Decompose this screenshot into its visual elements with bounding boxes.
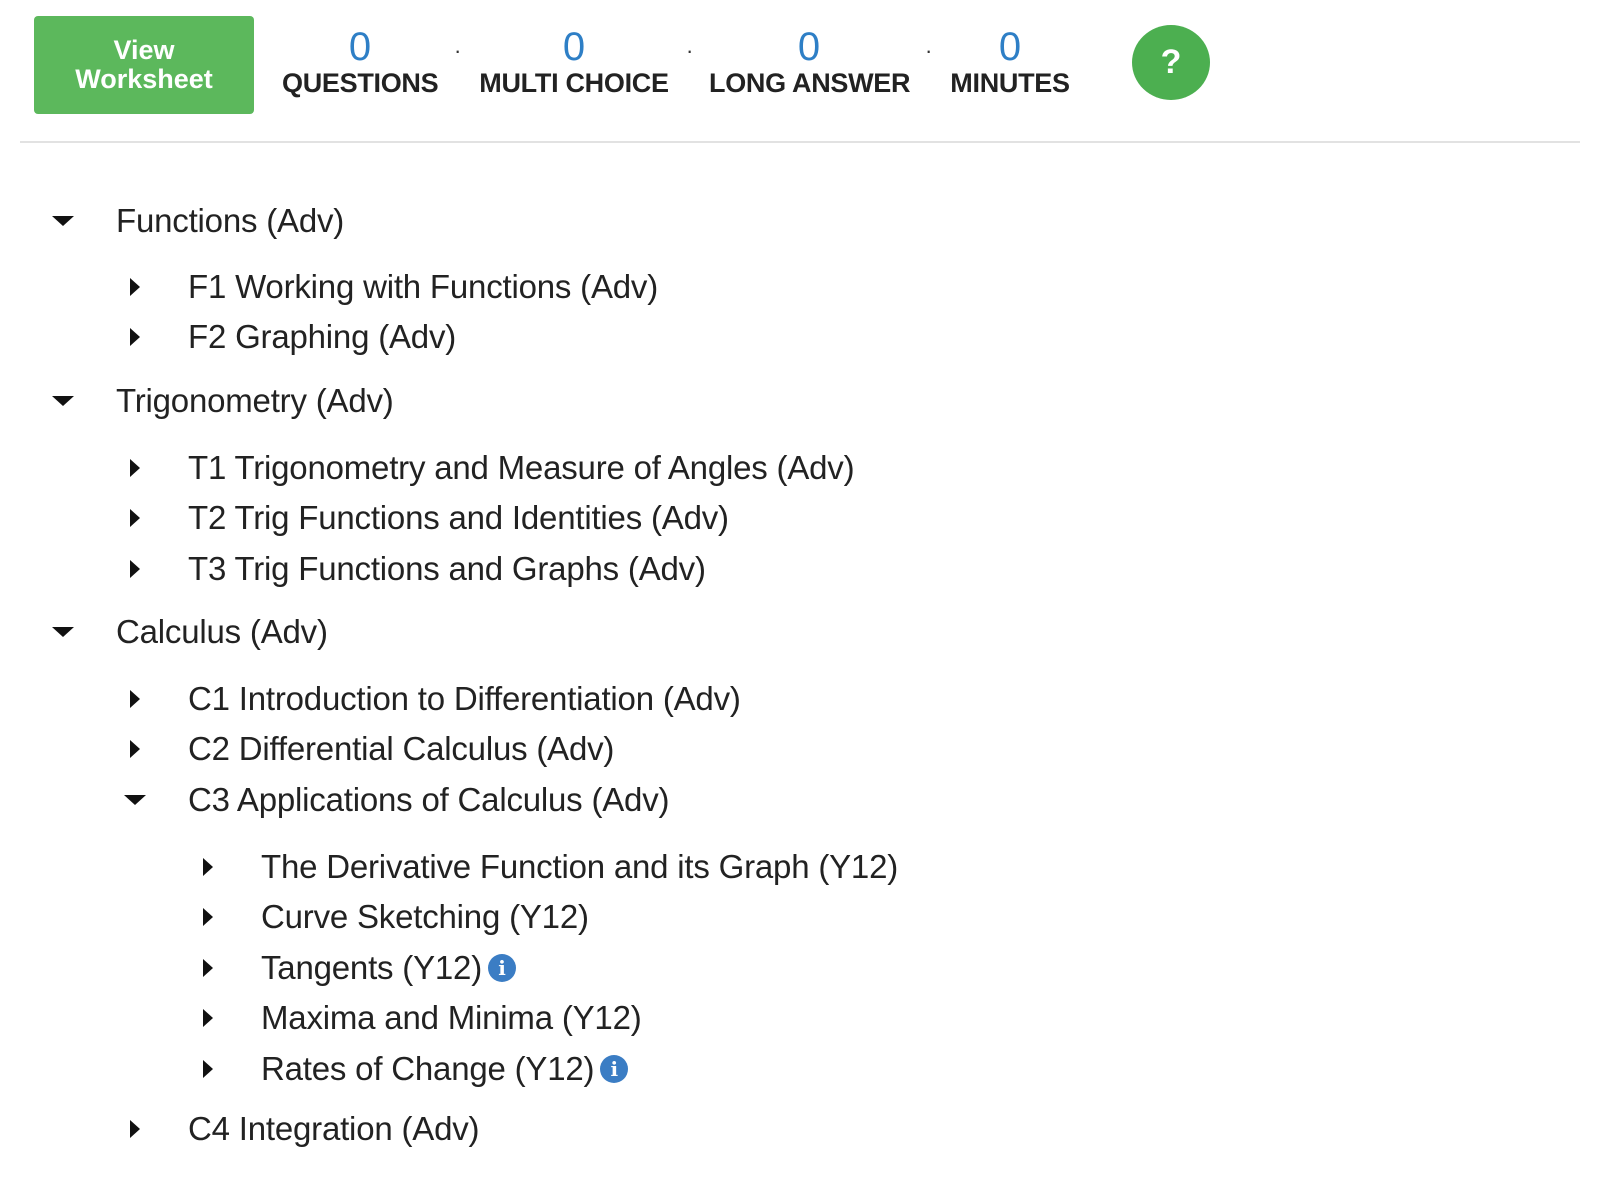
tree-node-label[interactable]: F1 Working with Functions (Adv) (188, 268, 658, 306)
tree-node-label[interactable]: Rates of Change (Y12) (261, 1050, 595, 1088)
minutes-count-label: MINUTES (950, 68, 1070, 98)
tree-node-c2[interactable]: C2 Differential Calculus (Adv) (130, 727, 614, 771)
tree-node-label[interactable]: C3 Applications of Calculus (Adv) (188, 781, 669, 819)
caret-right-icon[interactable] (203, 858, 213, 876)
view-worksheet-button[interactable]: View Worksheet (34, 16, 254, 114)
tree-node-label[interactable]: Tangents (Y12) (261, 949, 482, 987)
view-worksheet-label-line1: View (113, 35, 175, 65)
multi-choice-count: 0 MULTI CHOICE (478, 26, 670, 98)
questions-count: 0 QUESTIONS (282, 25, 439, 98)
tree-node-trigonometry[interactable]: Trigonometry (Adv) (52, 379, 394, 423)
tree-node-c4[interactable]: C4 Integration (Adv) (130, 1107, 480, 1151)
questions-count-value: 0 (348, 25, 372, 69)
tree-node-t2[interactable]: T2 Trig Functions and Identities (Adv) (130, 496, 729, 540)
caret-right-icon[interactable] (203, 1009, 213, 1027)
tree-node-calculus[interactable]: Calculus (Adv) (52, 610, 328, 654)
caret-right-icon[interactable] (130, 459, 140, 477)
tree-node-f2[interactable]: F2 Graphing (Adv) (130, 315, 456, 359)
tree-node-label[interactable]: C2 Differential Calculus (Adv) (188, 730, 614, 768)
tree-node-derivative-function[interactable]: The Derivative Function and its Graph (Y… (203, 845, 898, 889)
stat-separator: · (454, 38, 462, 63)
tree-node-f1[interactable]: F1 Working with Functions (Adv) (130, 265, 658, 309)
tree-node-rates-of-change[interactable]: Rates of Change (Y12) i (203, 1047, 629, 1091)
caret-right-icon[interactable] (130, 328, 140, 346)
caret-right-icon[interactable] (203, 1060, 213, 1078)
tree-node-label[interactable]: The Derivative Function and its Graph (Y… (261, 848, 898, 886)
questions-count-label: QUESTIONS (282, 68, 439, 98)
caret-down-icon[interactable] (52, 216, 74, 226)
caret-right-icon[interactable] (130, 278, 140, 296)
multi-choice-count-value: 0 (562, 25, 586, 69)
tree-node-functions[interactable]: Functions (Adv) (52, 199, 344, 243)
info-icon[interactable]: i (488, 954, 516, 982)
view-worksheet-label-line2: Worksheet (75, 64, 213, 94)
tree-node-label[interactable]: Trigonometry (Adv) (116, 382, 394, 420)
tree-node-label[interactable]: C4 Integration (Adv) (188, 1110, 480, 1148)
tree-node-label[interactable]: Curve Sketching (Y12) (261, 898, 589, 936)
tree-node-label[interactable]: T1 Trigonometry and Measure of Angles (A… (188, 449, 855, 487)
long-answer-count-label: LONG ANSWER (709, 68, 911, 98)
tree-node-label[interactable]: Calculus (Adv) (116, 613, 328, 651)
long-answer-count-value: 0 (797, 25, 821, 69)
tree-node-maxima-minima[interactable]: Maxima and Minima (Y12) (203, 996, 642, 1040)
caret-down-icon[interactable] (52, 627, 74, 637)
toolbar-divider (20, 141, 1580, 143)
caret-right-icon[interactable] (203, 908, 213, 926)
caret-right-icon[interactable] (203, 959, 213, 977)
multi-choice-count-label: MULTI CHOICE (479, 68, 669, 98)
caret-right-icon[interactable] (130, 1120, 140, 1138)
tree-node-label[interactable]: F2 Graphing (Adv) (188, 318, 456, 356)
stat-separator: · (925, 38, 933, 63)
tree-node-label[interactable]: Maxima and Minima (Y12) (261, 999, 642, 1037)
minutes-count: 0 MINUTES (948, 26, 1072, 98)
tree-node-t1[interactable]: T1 Trigonometry and Measure of Angles (A… (130, 446, 855, 490)
tree-node-c1[interactable]: C1 Introduction to Differentiation (Adv) (130, 677, 741, 721)
caret-right-icon[interactable] (130, 560, 140, 578)
caret-down-icon[interactable] (52, 396, 74, 406)
caret-down-icon[interactable] (124, 795, 146, 805)
minutes-count-value: 0 (998, 25, 1022, 69)
info-icon[interactable]: i (600, 1055, 629, 1083)
tree-node-label[interactable]: T2 Trig Functions and Identities (Adv) (188, 499, 729, 537)
tree-node-curve-sketching[interactable]: Curve Sketching (Y12) (203, 895, 589, 939)
help-button[interactable]: ? (1132, 25, 1210, 100)
stat-separator: · (686, 38, 694, 63)
tree-node-t3[interactable]: T3 Trig Functions and Graphs (Adv) (130, 547, 706, 591)
tree-node-label[interactable]: Functions (Adv) (116, 202, 344, 240)
question-mark-icon: ? (1160, 43, 1182, 81)
caret-right-icon[interactable] (130, 690, 140, 708)
tree-node-tangents[interactable]: Tangents (Y12) i (203, 946, 516, 990)
long-answer-count: 0 LONG ANSWER (709, 25, 911, 98)
caret-right-icon[interactable] (130, 740, 140, 758)
caret-right-icon[interactable] (130, 509, 140, 527)
tree-node-c3[interactable]: C3 Applications of Calculus (Adv) (124, 778, 669, 822)
tree-node-label[interactable]: T3 Trig Functions and Graphs (Adv) (188, 550, 706, 588)
tree-node-label[interactable]: C1 Introduction to Differentiation (Adv) (188, 680, 741, 718)
worksheet-toolbar: View Worksheet 0 QUESTIONS · 0 MULTI CHO… (0, 0, 1600, 143)
